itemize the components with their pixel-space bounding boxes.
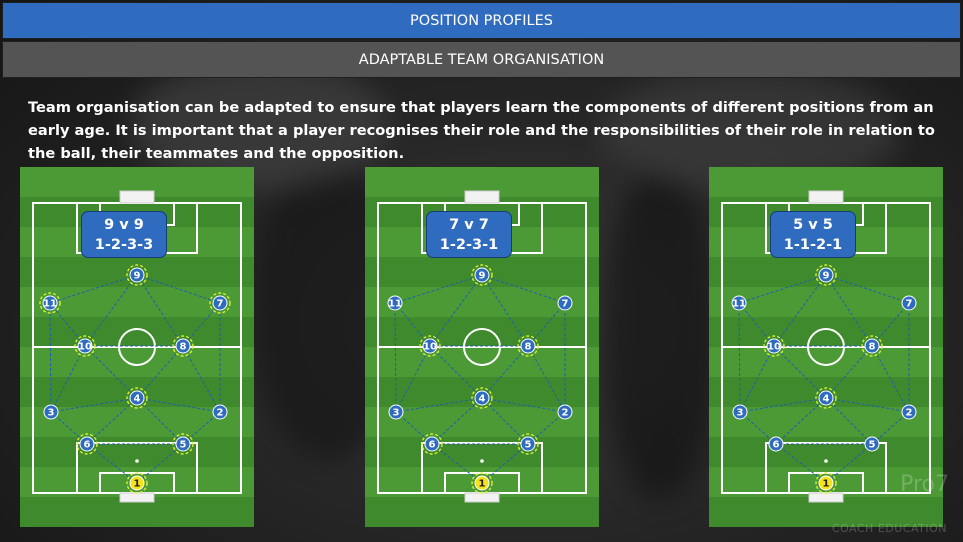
formation-label-7v7: 7 v 7 1-2-3-1 [426,211,512,258]
player-number: 11 [388,299,402,310]
player-number: 10 [423,342,437,353]
goal-top [808,190,844,204]
player-number: 5 [180,440,187,451]
player-number: 1 [823,479,830,490]
goal-top [119,190,155,204]
player-number: 1 [134,479,141,490]
player-number: 9 [823,271,830,282]
player-number: 5 [869,440,876,451]
pitch-stripe [709,317,943,347]
pitch-7v7: 1 2 3 4 5 6 7 8 9 10 11 7 v 7 1-2-3-1 [365,167,599,527]
pitch-stripe [20,347,254,377]
format-text: 9 v 9 [104,217,144,233]
penalty-spot [824,459,828,463]
penalty-spot [480,459,484,463]
player-number: 10 [767,342,781,353]
penalty-spot [135,459,139,463]
player-number: 8 [869,342,876,353]
player-number: 8 [180,342,187,353]
pitch-stripe [709,347,943,377]
formation-label-9v9: 9 v 9 1-2-3-3 [81,211,167,258]
pitch-stripe [365,347,599,377]
formation-text: 1-2-3-3 [94,237,154,253]
pitch-stripe [20,317,254,347]
player-number: 4 [479,394,486,405]
player-number: 7 [217,299,224,310]
player-number: 9 [134,271,141,282]
page-subtitle: ADAPTABLE TEAM ORGANISATION [2,41,961,78]
pitch-9v9: 1 2 3 4 5 6 7 8 9 10 11 9 v 9 1-2-3-3 [20,167,254,527]
goal-bottom [464,492,500,503]
page-title: POSITION PROFILES [2,2,961,39]
background-photo-shape [600,170,720,500]
formation-text: 1-2-3-1 [439,237,499,253]
player-number: 11 [43,299,57,310]
player-number: 6 [84,440,91,451]
pitch-stripe [365,317,599,347]
formation-text: 1-1-2-1 [783,237,843,253]
player-number: 1 [479,479,486,490]
player-number: 3 [393,408,400,419]
player-number: 4 [823,394,830,405]
goal-bottom [808,492,844,503]
player-number: 6 [429,440,436,451]
player-number: 6 [773,440,780,451]
intro-paragraph: Team organisation can be adapted to ensu… [28,99,935,162]
formation-label-5v5: 5 v 5 1-1-2-1 [770,211,856,258]
player-number: 2 [562,408,569,419]
goal-bottom [119,492,155,503]
player-number: 3 [48,408,55,419]
player-number: 9 [479,271,486,282]
goal-top [464,190,500,204]
format-text: 7 v 7 [449,217,489,233]
player-number: 7 [906,299,913,310]
player-number: 2 [906,408,913,419]
brand-tagline: COACH EDUCATION [831,522,947,535]
player-number: 8 [525,342,532,353]
player-number: 7 [562,299,569,310]
player-number: 11 [732,299,746,310]
player-number: 2 [217,408,224,419]
player-number: 10 [78,342,92,353]
player-number: 4 [134,394,141,405]
player-number: 3 [737,408,744,419]
format-text: 5 v 5 [793,217,833,233]
brand-watermark: Pro7 [900,472,949,497]
player-number: 5 [525,440,532,451]
